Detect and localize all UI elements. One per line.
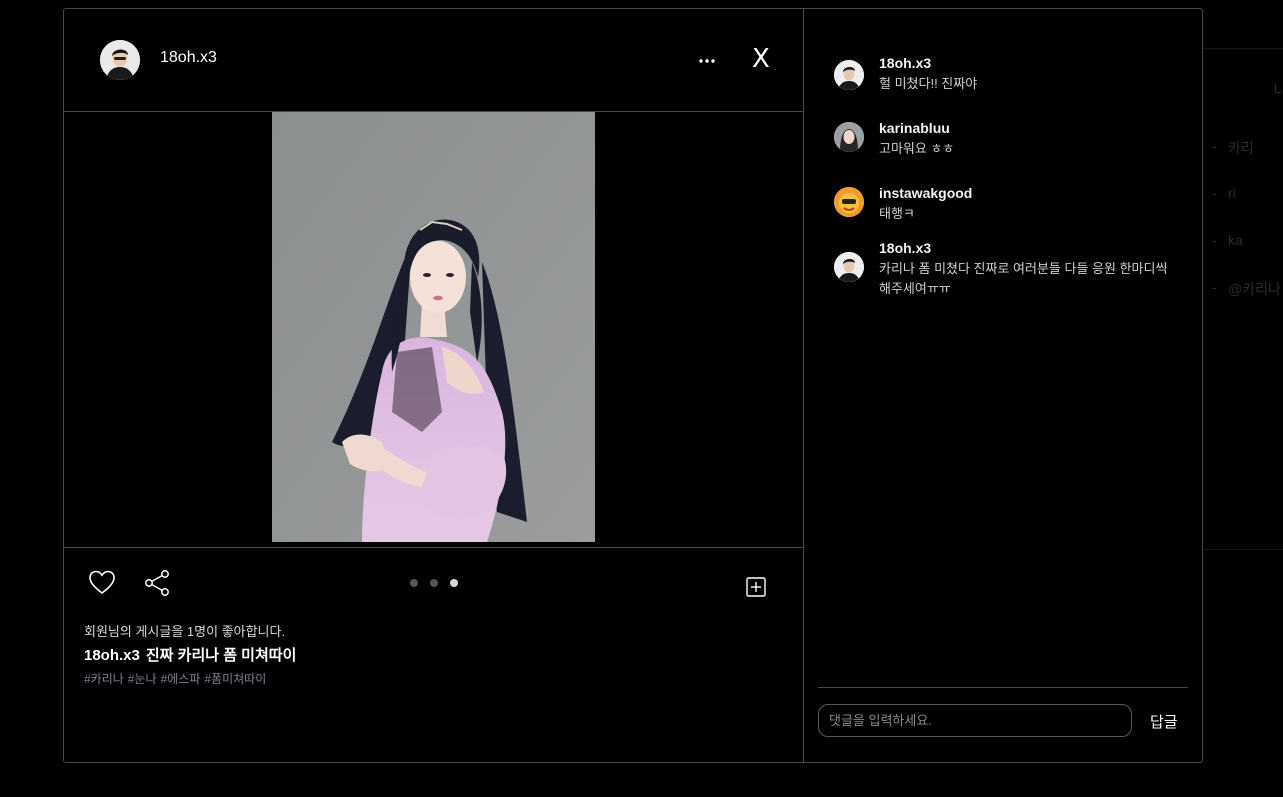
comment-input[interactable] <box>818 704 1132 737</box>
comment-username[interactable]: 18oh.x3 <box>879 55 931 71</box>
comment-text: 카리나 폼 미쳤다 진짜로 여러분들 다들 응원 한마디씩 해주세여ㅠㅠ <box>879 261 1168 296</box>
hashtag-link[interactable]: #카리나 <box>84 672 124 686</box>
more-horizontal-icon <box>699 59 715 63</box>
commenter-avatar[interactable] <box>834 122 864 152</box>
hashtag-link[interactable]: #눈나 <box>128 672 157 686</box>
post-media <box>64 112 803 548</box>
background-item: ri <box>1228 185 1236 201</box>
post-caption: 18oh.x3 진짜 카리나 폼 미쳐따이 <box>84 644 296 665</box>
comment-divider <box>818 687 1188 688</box>
post-actions: 회원님의 게시글을 1명이 좋아합니다. 18oh.x3 진짜 카리나 폼 미쳐따… <box>64 549 803 762</box>
commenter-avatar[interactable] <box>834 187 864 217</box>
carousel-dot[interactable] <box>410 579 418 587</box>
author-avatar[interactable] <box>100 40 140 80</box>
comment-username[interactable]: instawakgood <box>879 185 972 201</box>
comments-panel: 18oh.x3 헐 미쳤다!! 진짜야 karinabluu 고마워요 ㅎㅎ i… <box>804 9 1202 762</box>
background-sidebar: L - 카리 - ri - ka - @카리나 <box>1202 48 1283 550</box>
caption-username[interactable]: 18oh.x3 <box>84 647 140 664</box>
close-button[interactable]: X <box>752 46 770 72</box>
commenter-avatar[interactable] <box>834 252 864 282</box>
like-button[interactable] <box>88 569 116 595</box>
add-to-collection-button[interactable] <box>746 577 766 597</box>
background-item: 카리 <box>1228 140 1254 156</box>
share-icon <box>145 570 169 596</box>
share-button[interactable] <box>143 569 171 597</box>
post-photo <box>272 112 595 542</box>
carousel-dot[interactable] <box>430 579 438 587</box>
background-item: @카리나 <box>1228 281 1281 297</box>
hashtag-link[interactable]: #폼미쳐따이 <box>204 672 266 686</box>
comment-username[interactable]: 18oh.x3 <box>879 240 931 256</box>
post-header: 18oh.x3 X <box>64 9 803 112</box>
commenter-avatar[interactable] <box>834 60 864 90</box>
post-modal: 18oh.x3 X 회원님의 게시글을 1명이 좋아합니다. 18oh.x3 진… <box>63 8 1203 763</box>
likes-summary: 회원님의 게시글을 1명이 좋아합니다. <box>84 624 286 639</box>
post-panel: 18oh.x3 X 회원님의 게시글을 1명이 좋아합니다. 18oh.x3 진… <box>64 9 804 762</box>
heart-icon <box>89 570 115 595</box>
author-username[interactable]: 18oh.x3 <box>160 49 217 67</box>
comment-text: 고마워요 ㅎㅎ <box>879 141 955 156</box>
hashtag-link[interactable]: #에스파 <box>161 672 201 686</box>
comment-username[interactable]: karinabluu <box>879 120 950 136</box>
carousel-dot-active[interactable] <box>450 579 458 587</box>
reply-button[interactable]: 답글 <box>1150 711 1178 732</box>
comment-text: 헐 미쳤다!! 진짜야 <box>879 76 978 91</box>
hashtag-list: #카리나 #눈나 #에스파 #폼미쳐따이 <box>84 670 270 687</box>
caption-text: 진짜 카리나 폼 미쳐따이 <box>145 647 297 664</box>
background-item: ka <box>1228 232 1243 248</box>
background-letter: L <box>1274 81 1282 96</box>
plus-square-icon <box>746 577 766 597</box>
more-options-button[interactable] <box>696 51 720 71</box>
comment-text: 태행ㅋ <box>879 206 915 221</box>
